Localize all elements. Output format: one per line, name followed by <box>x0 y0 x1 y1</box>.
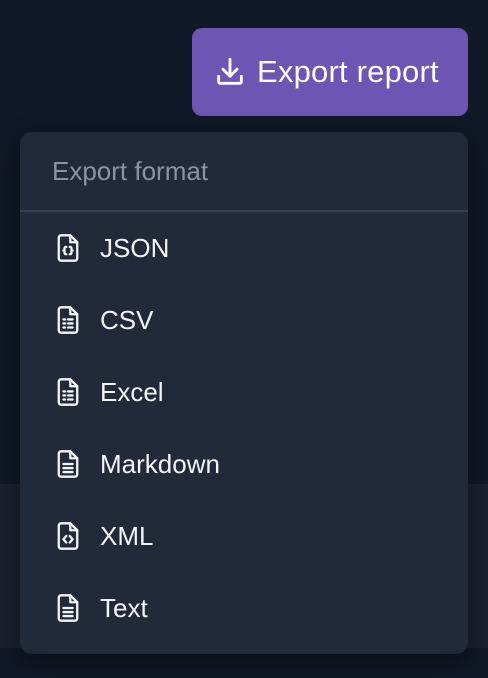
menu-item-label: Excel <box>100 376 164 407</box>
menu-item-csv[interactable]: CSV <box>20 284 468 356</box>
export-format-menu: Export format JSON CSV Excel Markdown XM… <box>20 132 468 654</box>
export-report-label: Export report <box>257 54 439 89</box>
file-code-icon <box>54 521 82 551</box>
menu-item-label: Markdown <box>100 448 220 479</box>
file-table-icon <box>54 377 82 407</box>
menu-header: Export format <box>20 132 468 212</box>
file-table-icon <box>54 305 82 335</box>
menu-item-label: Text <box>100 592 148 623</box>
menu-item-markdown[interactable]: Markdown <box>20 428 468 500</box>
file-text-icon <box>54 593 82 623</box>
menu-item-label: JSON <box>100 232 170 263</box>
menu-item-label: CSV <box>100 304 154 335</box>
download-icon <box>213 55 247 89</box>
menu-item-text[interactable]: Text <box>20 572 468 644</box>
format-list: JSON CSV Excel Markdown XML Text <box>20 212 468 644</box>
file-code-icon <box>54 233 82 263</box>
menu-item-xml[interactable]: XML <box>20 500 468 572</box>
menu-item-excel[interactable]: Excel <box>20 356 468 428</box>
menu-item-json[interactable]: JSON <box>20 212 468 284</box>
menu-item-label: XML <box>100 520 154 551</box>
export-report-button[interactable]: Export report <box>192 28 468 116</box>
file-text-icon <box>54 449 82 479</box>
